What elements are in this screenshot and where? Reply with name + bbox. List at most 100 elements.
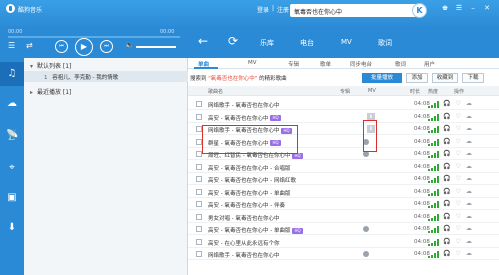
- tab-lyrics[interactable]: 歌词: [378, 38, 392, 48]
- row-checkbox[interactable]: [196, 226, 202, 232]
- heart-icon[interactable]: ♡: [455, 125, 460, 132]
- song-title[interactable]: 网络歌手 - 氧毒否也在你心中: [208, 251, 279, 259]
- heart-icon[interactable]: ♡: [455, 225, 460, 232]
- volume-icon[interactable]: 🔈: [125, 41, 134, 49]
- headphones-icon[interactable]: 🎧: [443, 163, 450, 170]
- table-row[interactable]: 高安 - 氧毒否也在你心中 HQ ⬇ 04:08 🎧 ♡ ☁: [188, 111, 499, 123]
- headphones-icon[interactable]: 🎧: [443, 150, 450, 157]
- table-row[interactable]: 高安 - 氧毒否也在你心中 - 合唱版 04:08 🎧 ♡ ☁: [188, 161, 499, 173]
- heart-icon[interactable]: ♡: [455, 100, 460, 107]
- headphones-icon[interactable]: 🎧: [443, 125, 450, 132]
- location-icon[interactable]: ⌖: [6, 162, 18, 174]
- cloud-icon[interactable]: ☁: [6, 98, 18, 110]
- play-all-button[interactable]: 批量播放: [362, 73, 402, 83]
- recent-list-header[interactable]: ▸ 最近播放 [1]: [24, 84, 188, 96]
- subtab-album[interactable]: 专辑: [288, 60, 299, 68]
- headphones-icon[interactable]: 🎧: [443, 100, 450, 107]
- song-title[interactable]: 男女对唱 - 氧毒否也在你心中: [208, 214, 279, 222]
- song-title[interactable]: 高安 - 在心里从此永远有个你: [208, 239, 279, 247]
- table-row[interactable]: 高安 - 在心里从此永远有个你 04:08 🎧 ♡ ☁: [188, 236, 499, 248]
- headphones-icon[interactable]: 🎧: [443, 175, 450, 182]
- cloud-icon[interactable]: ☁: [466, 213, 472, 220]
- download-icon[interactable]: ⬇: [6, 222, 18, 234]
- refresh-icon[interactable]: ⟳: [228, 34, 238, 48]
- song-title[interactable]: 高安 - 氧毒否也在你心中 HQ: [208, 114, 281, 122]
- heart-icon[interactable]: ♡: [455, 188, 460, 195]
- tab-mv[interactable]: MV: [341, 38, 352, 46]
- device-icon[interactable]: ▣: [6, 192, 18, 204]
- list-icon[interactable]: ☰: [8, 41, 15, 50]
- tab-radio[interactable]: 电台: [300, 38, 314, 48]
- row-checkbox[interactable]: [196, 188, 202, 195]
- headphones-icon[interactable]: 🎧: [443, 238, 450, 245]
- row-checkbox[interactable]: [196, 163, 202, 170]
- heart-icon[interactable]: ♡: [455, 163, 460, 170]
- cloud-icon[interactable]: ☁: [466, 125, 472, 132]
- heart-icon[interactable]: ♡: [455, 213, 460, 220]
- song-title[interactable]: 高安 - 氧毒否也在你心中 - 网络红歌: [208, 176, 296, 184]
- login-link[interactable]: 登录: [257, 5, 269, 14]
- radio-icon[interactable]: 📡: [6, 130, 18, 142]
- row-checkbox[interactable]: [196, 101, 202, 107]
- headphones-icon[interactable]: 🎧: [443, 138, 450, 145]
- song-title[interactable]: 高安 - 氧毒否也在你心中 - 单曲版 HQ: [208, 226, 303, 234]
- row-checkbox[interactable]: [196, 238, 202, 245]
- headphones-icon[interactable]: 🎧: [443, 188, 450, 195]
- table-row[interactable]: 网络歌手 - 氧毒否也在你心中 04:08 🎧 ♡ ☁: [188, 248, 499, 260]
- heart-icon[interactable]: ♡: [455, 113, 460, 120]
- cloud-icon[interactable]: ☁: [466, 175, 472, 182]
- song-title[interactable]: 高安 - 氧毒否也在你心中 - 单曲版: [208, 189, 290, 197]
- cloud-icon[interactable]: ☁: [466, 113, 472, 120]
- subtab-users[interactable]: 用户: [424, 60, 435, 68]
- heart-icon[interactable]: ♡: [455, 200, 460, 207]
- cloud-icon[interactable]: ☁: [466, 225, 472, 232]
- search-button[interactable]: K: [412, 3, 427, 18]
- subtab-mv[interactable]: MV: [248, 60, 257, 66]
- volume-slider[interactable]: [136, 46, 176, 48]
- subtab-radio[interactable]: 同步电台: [350, 60, 372, 68]
- cloud-icon[interactable]: ☁: [466, 188, 472, 195]
- table-row[interactable]: 高安 - 氧毒否也在你心中 - 单曲版 HQ 04:08 🎧 ♡ ☁: [188, 223, 499, 235]
- heart-icon[interactable]: ♡: [455, 250, 460, 257]
- menu-icon[interactable]: ☰: [454, 4, 464, 14]
- default-list-header[interactable]: ▾ 默认列表 [1]: [24, 58, 188, 70]
- row-checkbox[interactable]: [196, 176, 202, 182]
- song-title[interactable]: 高安 - 氧毒否也在你心中 - 伴奏: [208, 201, 285, 209]
- cloud-icon[interactable]: ☁: [466, 238, 472, 245]
- headphones-icon[interactable]: 🎧: [443, 113, 450, 120]
- next-button[interactable]: ⏭: [100, 40, 113, 53]
- cloud-icon[interactable]: ☁: [466, 100, 472, 107]
- table-row[interactable]: 高安 - 氧毒否也在你心中 - 网络红歌 04:08 🎧 ♡ ☁: [188, 173, 499, 185]
- table-row[interactable]: 高安 - 氧毒否也在你心中 - 伴奏 04:08 🎧 ♡ ☁: [188, 198, 499, 210]
- minimize-icon[interactable]: –: [468, 4, 478, 14]
- prev-button[interactable]: ⏮: [55, 40, 68, 53]
- progress-bar[interactable]: [8, 36, 180, 38]
- heart-icon[interactable]: ♡: [455, 138, 460, 145]
- heart-icon[interactable]: ♡: [455, 238, 460, 245]
- subtab-lyrics[interactable]: 歌词: [395, 60, 406, 68]
- headphones-icon[interactable]: 🎧: [443, 250, 450, 257]
- add-button[interactable]: 添加: [406, 73, 428, 83]
- tab-library[interactable]: 乐库: [260, 38, 274, 48]
- headphones-icon[interactable]: 🎧: [443, 213, 450, 220]
- register-link[interactable]: 注册: [277, 5, 289, 14]
- song-title[interactable]: 高安 - 氧毒否也在你心中 - 合唱版: [208, 164, 290, 172]
- search-input[interactable]: 氧毒否也在你心中: [290, 4, 424, 17]
- cloud-icon[interactable]: ☁: [466, 163, 472, 170]
- row-checkbox[interactable]: [196, 113, 202, 120]
- heart-icon[interactable]: ♡: [455, 175, 460, 182]
- table-row[interactable]: 网络歌手 - 氧毒否也在你心中 04:08 🎧 ♡ ☁: [188, 98, 499, 110]
- cloud-icon[interactable]: ☁: [466, 200, 472, 207]
- song-title[interactable]: 网络歌手 - 氧毒否也在你心中: [208, 101, 279, 109]
- download-button[interactable]: 下载: [462, 73, 484, 83]
- close-icon[interactable]: ✕: [482, 4, 492, 14]
- row-checkbox[interactable]: [196, 251, 202, 257]
- list-item[interactable]: 1 容祖儿、李克勤 - 我的情歌: [24, 71, 188, 82]
- row-checkbox[interactable]: [196, 213, 202, 220]
- repeat-icon[interactable]: ⇄: [26, 41, 33, 50]
- cloud-icon[interactable]: ☁: [466, 250, 472, 257]
- mv-icon[interactable]: [363, 251, 369, 257]
- subtab-playlist[interactable]: 歌单: [320, 60, 331, 68]
- back-icon[interactable]: ←: [198, 34, 208, 48]
- cloud-icon[interactable]: ☁: [466, 138, 472, 145]
